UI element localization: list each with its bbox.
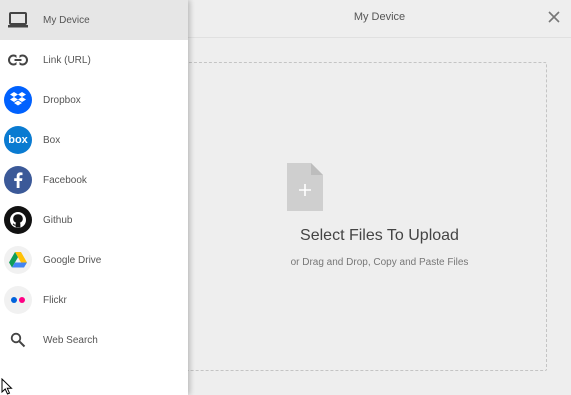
header-title: My Device: [353, 11, 406, 23]
sidebar-item-label: Link (URL): [43, 54, 91, 66]
sidebar-item-label: Github: [43, 214, 73, 226]
sidebar-item-label: Box: [43, 134, 61, 146]
sidebar-item-google-drive[interactable]: Google Drive: [0, 240, 188, 280]
source-sidebar: My Device Link (URL) Dropbox box Box Fac…: [0, 0, 188, 395]
drop-zone-title: Select Files To Upload: [300, 227, 459, 244]
drop-zone-subtitle: or Drag and Drop, Copy and Paste Files: [290, 257, 469, 268]
box-icon: box: [4, 126, 32, 154]
sidebar-item-label: Web Search: [43, 334, 98, 346]
sidebar-item-label: Facebook: [43, 174, 87, 186]
dropbox-icon: [4, 86, 32, 114]
sidebar-item-web-search[interactable]: Web Search: [0, 320, 188, 360]
search-icon: [4, 326, 32, 354]
drop-zone[interactable]: [152, 62, 547, 371]
sidebar-item-label: Google Drive: [43, 254, 102, 266]
sidebar-item-flickr[interactable]: Flickr: [0, 280, 188, 320]
laptop-icon: [4, 6, 32, 34]
sidebar-item-label: My Device: [43, 14, 90, 26]
sidebar-item-my-device[interactable]: My Device: [0, 0, 188, 40]
flickr-icon: [4, 286, 32, 314]
sidebar-item-link-url[interactable]: Link (URL): [0, 40, 188, 80]
add-file-icon[interactable]: [287, 163, 323, 211]
facebook-icon: [4, 166, 32, 194]
close-icon: [548, 11, 560, 23]
sidebar-item-github[interactable]: Github: [0, 200, 188, 240]
sidebar-item-box[interactable]: box Box: [0, 120, 188, 160]
sidebar-item-dropbox[interactable]: Dropbox: [0, 80, 188, 120]
close-button[interactable]: [545, 8, 563, 26]
google-drive-icon: [4, 246, 32, 274]
sidebar-item-facebook[interactable]: Facebook: [0, 160, 188, 200]
mouse-cursor-icon: [1, 378, 13, 395]
sidebar-item-label: Dropbox: [43, 94, 81, 106]
sidebar-item-label: Flickr: [43, 294, 67, 306]
link-icon: [4, 46, 32, 74]
github-icon: [4, 206, 32, 234]
